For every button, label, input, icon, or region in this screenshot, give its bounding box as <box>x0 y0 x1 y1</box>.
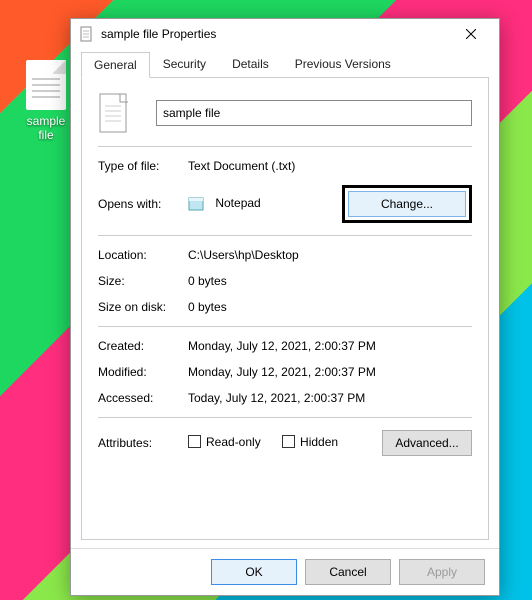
desktop-file-icon[interactable]: sample file <box>18 60 74 142</box>
dialog-title: sample file Properties <box>101 27 451 41</box>
dialog-footer: OK Cancel Apply <box>71 548 499 595</box>
text-file-icon <box>26 60 66 110</box>
label-created: Created: <box>98 339 188 353</box>
value-size: 0 bytes <box>188 274 472 288</box>
advanced-button[interactable]: Advanced... <box>382 430 472 456</box>
apply-button[interactable]: Apply <box>399 559 485 585</box>
value-created: Monday, July 12, 2021, 2:00:37 PM <box>188 339 472 353</box>
tab-security[interactable]: Security <box>150 51 219 77</box>
tab-previous-versions[interactable]: Previous Versions <box>282 51 404 77</box>
change-highlight: Change... <box>342 185 472 223</box>
label-opens-with: Opens with: <box>98 197 188 211</box>
checkbox-icon <box>282 435 295 448</box>
ok-button[interactable]: OK <box>211 559 297 585</box>
tab-details[interactable]: Details <box>219 51 282 77</box>
value-modified: Monday, July 12, 2021, 2:00:37 PM <box>188 365 472 379</box>
value-size-on-disk: 0 bytes <box>188 300 472 314</box>
tab-general[interactable]: General <box>81 52 150 78</box>
label-accessed: Accessed: <box>98 391 188 405</box>
value-accessed: Today, July 12, 2021, 2:00:37 PM <box>188 391 472 405</box>
properties-dialog: sample file Properties General Security … <box>70 18 500 596</box>
desktop-file-label: sample file <box>18 114 74 142</box>
value-type-of-file: Text Document (.txt) <box>188 159 472 173</box>
value-location: C:\Users\hp\Desktop <box>188 248 472 262</box>
general-panel: Type of file: Text Document (.txt) Opens… <box>81 78 489 540</box>
close-icon <box>466 29 476 39</box>
notepad-icon <box>188 196 206 212</box>
cancel-button[interactable]: Cancel <box>305 559 391 585</box>
checkbox-read-only-label: Read-only <box>206 435 261 449</box>
checkbox-hidden[interactable]: Hidden <box>282 435 338 449</box>
checkbox-icon <box>188 435 201 448</box>
label-modified: Modified: <box>98 365 188 379</box>
label-type-of-file: Type of file: <box>98 159 188 173</box>
checkbox-read-only[interactable]: Read-only <box>188 435 261 449</box>
tab-strip: General Security Details Previous Versio… <box>81 51 489 78</box>
titlebar: sample file Properties <box>71 19 499 49</box>
file-type-icon <box>98 92 132 134</box>
label-size-on-disk: Size on disk: <box>98 300 188 314</box>
change-button[interactable]: Change... <box>348 191 466 217</box>
label-attributes: Attributes: <box>98 436 188 450</box>
label-location: Location: <box>98 248 188 262</box>
checkbox-hidden-label: Hidden <box>300 435 338 449</box>
value-opens-with: Notepad <box>215 196 260 210</box>
filename-input[interactable] <box>156 100 472 126</box>
title-file-icon <box>79 26 95 42</box>
label-size: Size: <box>98 274 188 288</box>
close-button[interactable] <box>451 20 491 48</box>
